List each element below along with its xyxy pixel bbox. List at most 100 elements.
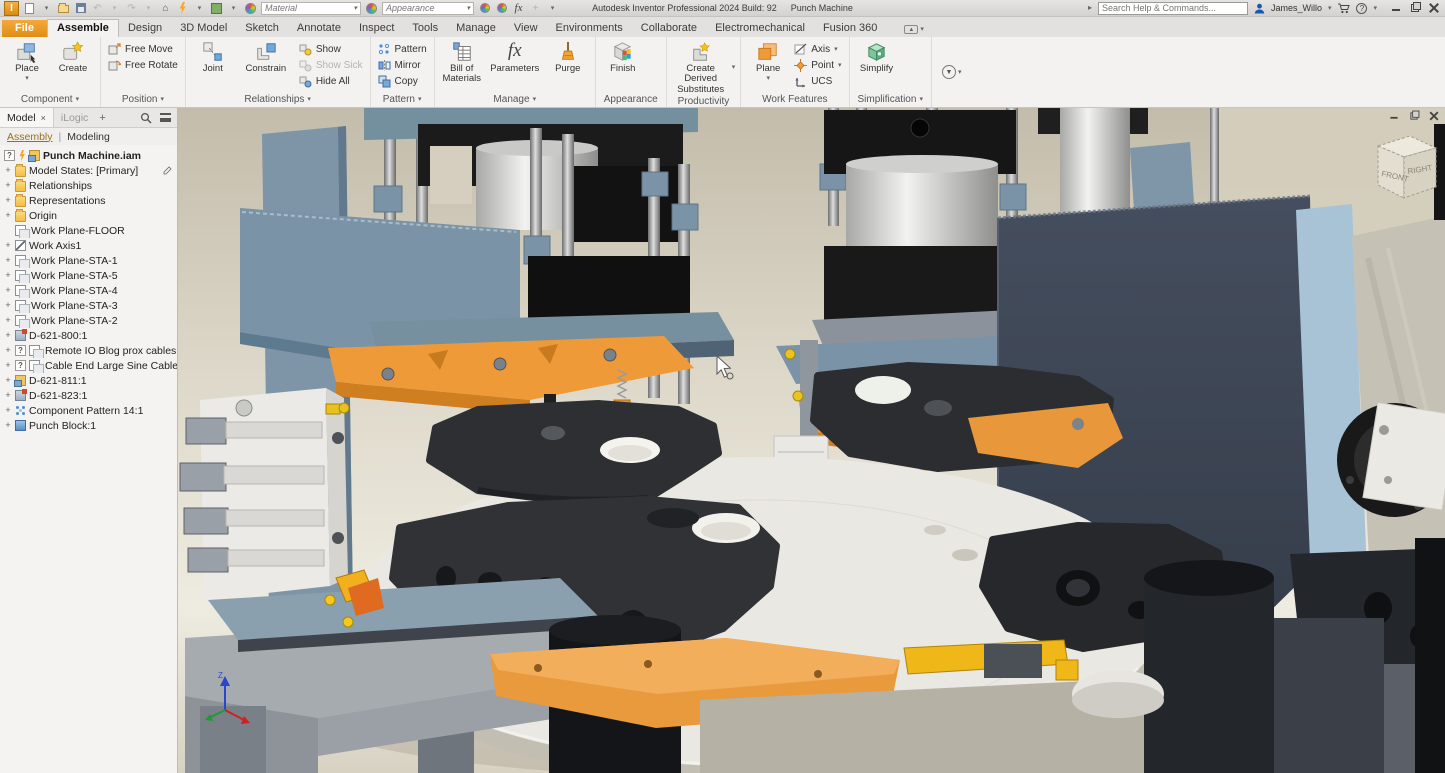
undo-dropdown[interactable]: ▾ bbox=[108, 2, 121, 15]
show-sick-button[interactable]: Show Sick bbox=[297, 58, 365, 72]
material-swap-icon[interactable] bbox=[210, 2, 223, 15]
add-qat-button[interactable]: + bbox=[529, 2, 542, 15]
group-label-productivity[interactable]: Productivity bbox=[667, 95, 741, 107]
document-close-button[interactable] bbox=[1430, 112, 1439, 121]
tree-node-work-axis1[interactable]: + Work Axis1 bbox=[0, 238, 177, 253]
group-label-simplification[interactable]: Simplification▾ bbox=[850, 92, 931, 107]
create-button[interactable]: Create bbox=[51, 39, 95, 74]
tab-ilogic[interactable]: iLogic bbox=[54, 108, 95, 127]
place-button[interactable]: Place ▾ bbox=[5, 39, 49, 82]
document-minimize-button[interactable] bbox=[1390, 112, 1399, 121]
tab-environments[interactable]: Environments bbox=[547, 20, 632, 37]
tab-view[interactable]: View bbox=[505, 20, 547, 37]
help-icon[interactable]: ? bbox=[1356, 3, 1367, 14]
user-dropdown[interactable]: ▾ bbox=[1328, 5, 1332, 12]
undo-button[interactable]: ↶ bbox=[91, 2, 104, 15]
point-button[interactable]: Point ▾ bbox=[792, 58, 843, 72]
new-file-dropdown[interactable]: ▾ bbox=[40, 2, 53, 15]
browser-search-icon[interactable] bbox=[140, 112, 152, 124]
parameters-fx-icon[interactable]: fx bbox=[512, 2, 525, 15]
tab-assemble[interactable]: Assemble bbox=[47, 19, 119, 37]
pattern-button[interactable]: Pattern bbox=[376, 42, 429, 56]
tree-node-d-621-823[interactable]: + D-621-823:1 bbox=[0, 388, 177, 403]
edit-pencil-icon[interactable] bbox=[163, 166, 177, 175]
tree-node-work-plane-sta-1[interactable]: + Work Plane-STA-1 bbox=[0, 253, 177, 268]
plane-button[interactable]: Plane ▾ bbox=[746, 39, 790, 82]
open-file-button[interactable] bbox=[57, 2, 70, 15]
show-button[interactable]: Show bbox=[297, 42, 365, 56]
create-derived-substitutes-button[interactable]: Create Derived Substitutes bbox=[672, 39, 730, 95]
window-restore-button[interactable] bbox=[1410, 3, 1420, 13]
clear-appearance-icon[interactable] bbox=[495, 2, 508, 15]
modeling-view-tab[interactable]: Modeling bbox=[67, 131, 110, 143]
search-input[interactable] bbox=[1098, 2, 1248, 15]
tree-node-work-plane-floor[interactable]: Work Plane-FLOOR bbox=[0, 223, 177, 238]
tree-node-work-plane-sta-4[interactable]: + Work Plane-STA-4 bbox=[0, 283, 177, 298]
render-wheel-icon[interactable] bbox=[244, 2, 257, 15]
window-close-button[interactable] bbox=[1429, 3, 1439, 13]
tree-node-work-plane-sta-5[interactable]: + Work Plane-STA-5 bbox=[0, 268, 177, 283]
cart-icon[interactable] bbox=[1337, 3, 1350, 14]
ilogic-dropdown[interactable]: ▾ bbox=[193, 2, 206, 15]
tab-annotate[interactable]: Annotate bbox=[288, 20, 350, 37]
ucs-button[interactable]: UCS bbox=[792, 74, 843, 88]
group-label-work-features[interactable]: Work Features bbox=[741, 92, 848, 107]
home-button[interactable]: ⌂ bbox=[159, 2, 172, 15]
tab-3d-model[interactable]: 3D Model bbox=[171, 20, 236, 37]
redo-dropdown[interactable]: ▾ bbox=[142, 2, 155, 15]
material-swap-dropdown[interactable]: ▾ bbox=[227, 2, 240, 15]
free-rotate-button[interactable]: Free Rotate bbox=[106, 58, 180, 72]
customize-qat-dropdown[interactable]: ▾ bbox=[546, 2, 559, 15]
tree-node-work-plane-sta-2[interactable]: + Work Plane-STA-2 bbox=[0, 313, 177, 328]
tab-model[interactable]: Model × bbox=[0, 108, 54, 127]
purge-button[interactable]: Purge bbox=[546, 39, 590, 74]
tree-node-d-621-811[interactable]: + D-621-811:1 bbox=[0, 373, 177, 388]
ribbon-display-toggle[interactable]: ▲▾ bbox=[904, 25, 924, 34]
tree-node-component-pattern[interactable]: + Component Pattern 14:1 bbox=[0, 403, 177, 418]
tree-node-cable-end[interactable]: + ? Cable End Large Sine Cable:10 (Unres… bbox=[0, 358, 177, 373]
tree-node-remote-io-cables[interactable]: + ? Remote IO Blog prox cables 101:1 (Un… bbox=[0, 343, 177, 358]
adjust-appearance-icon[interactable] bbox=[478, 2, 491, 15]
help-dropdown[interactable]: ▾ bbox=[1373, 5, 1377, 12]
hide-all-button[interactable]: Hide All bbox=[297, 74, 365, 88]
user-name[interactable]: James_Willo bbox=[1271, 3, 1322, 13]
create-derived-dropdown[interactable]: ▾ bbox=[732, 64, 736, 71]
constrain-button[interactable]: Constrain bbox=[237, 39, 295, 74]
group-label-pattern[interactable]: Pattern▾ bbox=[371, 92, 434, 107]
tab-electromechanical[interactable]: Electromechanical bbox=[706, 20, 814, 37]
tab-file[interactable]: File bbox=[2, 20, 47, 37]
browser-menu-icon[interactable] bbox=[160, 113, 171, 122]
tab-collaborate[interactable]: Collaborate bbox=[632, 20, 706, 37]
group-label-position[interactable]: Position▾ bbox=[101, 92, 185, 107]
free-move-button[interactable]: Free Move bbox=[106, 42, 180, 56]
tab-tools[interactable]: Tools bbox=[403, 20, 447, 37]
axis-button[interactable]: Axis ▾ bbox=[792, 42, 843, 56]
group-label-appearance[interactable]: Appearance bbox=[596, 92, 666, 107]
redo-button[interactable]: ↷ bbox=[125, 2, 138, 15]
tree-node-representations[interactable]: + Representations bbox=[0, 193, 177, 208]
expander-icon[interactable]: + bbox=[4, 166, 12, 175]
assembly-view-tab[interactable]: Assembly bbox=[7, 131, 53, 143]
mirror-button[interactable]: Mirror bbox=[376, 58, 429, 72]
tree-node-model-states[interactable]: + Model States: [Primary] bbox=[0, 163, 177, 178]
copy-button[interactable]: Copy bbox=[376, 74, 429, 88]
tree-node-punch-block[interactable]: + Punch Block:1 bbox=[0, 418, 177, 433]
parameters-button[interactable]: fx Parameters bbox=[486, 39, 544, 74]
close-model-tab-icon[interactable]: × bbox=[41, 113, 46, 123]
tree-node-origin[interactable]: + Origin bbox=[0, 208, 177, 223]
inventor-logo-icon[interactable]: I bbox=[4, 1, 19, 16]
tree-node-root[interactable]: ? Punch Machine.iam bbox=[0, 148, 177, 163]
document-restore-button[interactable] bbox=[1410, 112, 1419, 121]
save-button[interactable] bbox=[74, 2, 87, 15]
ribbon-overflow-button[interactable]: ▼▾ bbox=[932, 37, 972, 107]
appearance-dropdown[interactable]: Appearance▾ bbox=[382, 2, 474, 15]
group-label-component[interactable]: Component▾ bbox=[0, 92, 100, 107]
tab-inspect[interactable]: Inspect bbox=[350, 20, 403, 37]
3d-viewport[interactable]: Z FRONT RIGHT bbox=[178, 108, 1445, 773]
tree-node-d-621-800[interactable]: + D-621-800:1 bbox=[0, 328, 177, 343]
add-browser-tab-button[interactable]: + bbox=[95, 112, 109, 124]
tab-manage[interactable]: Manage bbox=[447, 20, 505, 37]
joint-button[interactable]: Joint bbox=[191, 39, 235, 74]
search-expand-icon[interactable]: ▸ bbox=[1088, 4, 1092, 12]
bill-of-materials-button[interactable]: Bill of Materials bbox=[440, 39, 484, 85]
